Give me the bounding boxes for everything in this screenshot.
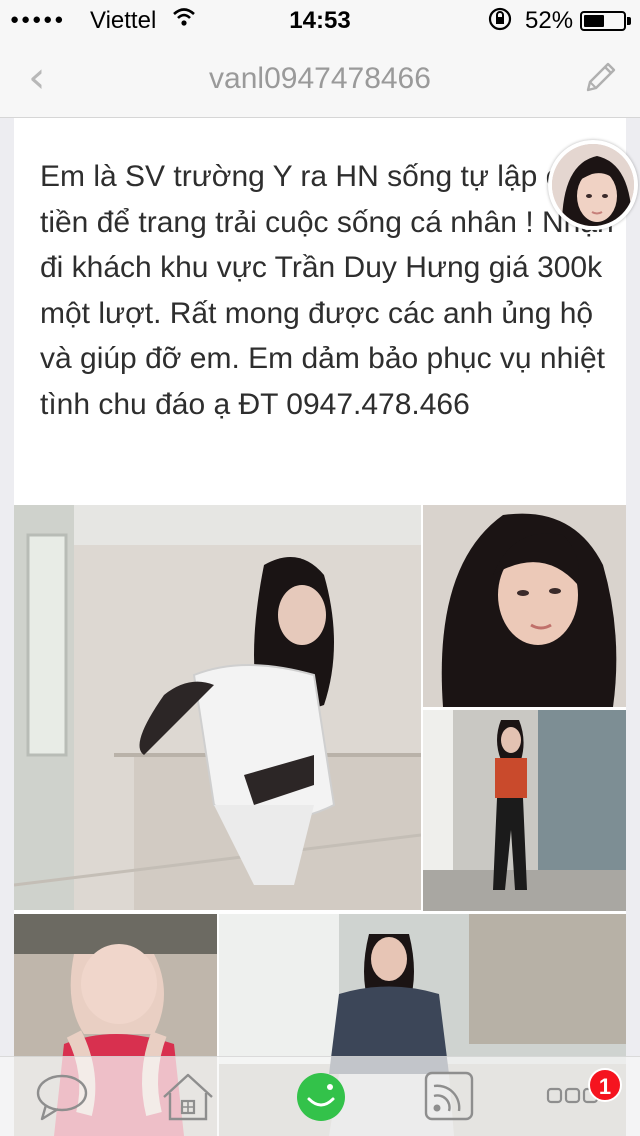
post-photo[interactable]	[423, 710, 626, 911]
avatar[interactable]	[548, 140, 638, 230]
rss-feed-icon[interactable]	[420, 1069, 480, 1125]
notification-badge: 1	[588, 1068, 622, 1102]
home-icon[interactable]	[158, 1069, 218, 1125]
status-bar: ●●●●● Viettel 14:53 52%	[0, 0, 640, 40]
battery-percent: 52%	[525, 7, 574, 34]
battery-icon	[580, 11, 626, 31]
nav-bar: ‹ vanl0947478466	[0, 40, 640, 118]
battery-tip	[627, 17, 631, 25]
post-text: Em là SV trường Y ra HN sống tự lập cần …	[40, 160, 614, 421]
page-title: vanl0947478466	[209, 62, 431, 95]
chat-bubble-icon[interactable]	[32, 1069, 92, 1125]
screen: ●●●●● Viettel 14:53 52% ‹ vanl0947478466…	[0, 0, 640, 1136]
orientation-lock-icon	[487, 6, 513, 38]
post-photo[interactable]	[14, 505, 421, 910]
tab-bar	[0, 1056, 640, 1136]
pencil-icon[interactable]	[580, 58, 620, 98]
smiley-icon[interactable]	[292, 1069, 352, 1125]
post-photo[interactable]	[423, 505, 626, 707]
battery-fill	[584, 15, 604, 27]
